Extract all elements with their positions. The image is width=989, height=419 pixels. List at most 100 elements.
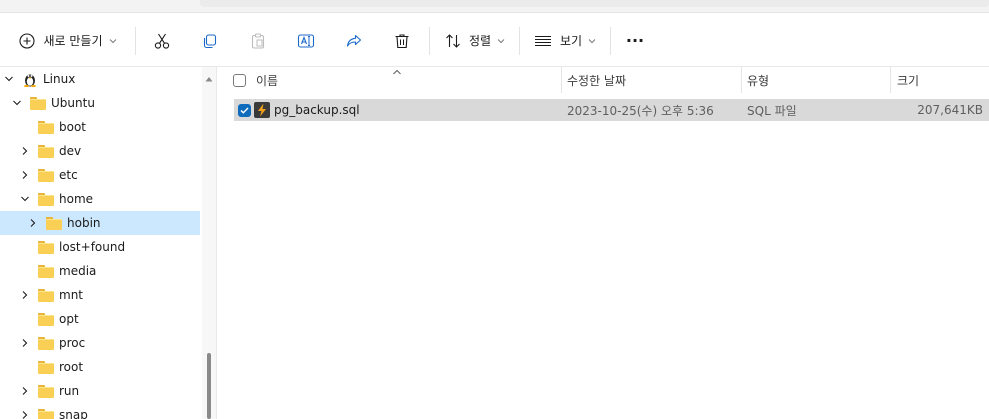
rename-button[interactable] — [292, 14, 320, 67]
folder-icon — [38, 121, 54, 135]
column-separator[interactable] — [741, 67, 742, 93]
file-list: 이름 수정한 날짜 유형 크기 pg_backup.sql 2023-10-25… — [217, 67, 989, 419]
clipboard-icon — [249, 32, 267, 50]
chevron-right-icon[interactable] — [28, 218, 38, 228]
row-checkbox-wrap[interactable] — [238, 99, 251, 121]
delete-button[interactable] — [388, 14, 416, 67]
address-bar-edge — [200, 0, 989, 7]
nav-scrollbar[interactable] — [202, 67, 216, 419]
toolbar-separator — [610, 27, 611, 55]
nav-item-snap[interactable]: snap — [0, 403, 200, 419]
nav-item-label: dev — [59, 144, 82, 158]
share-button[interactable] — [340, 14, 368, 67]
row-checkbox[interactable] — [238, 103, 251, 117]
column-separator[interactable] — [561, 67, 562, 93]
nav-item-label: hobin — [67, 216, 101, 230]
trash-icon — [393, 32, 411, 50]
nav-item-home[interactable]: home — [0, 187, 200, 211]
chevron-right-icon[interactable] — [20, 170, 30, 180]
chevron-right-icon[interactable] — [20, 410, 30, 419]
nav-item-root[interactable]: root — [0, 355, 200, 379]
nav-item-label: run — [59, 384, 80, 398]
sort-arrows-icon — [445, 33, 461, 49]
nav-item-lost-found[interactable]: lost+found — [0, 235, 200, 259]
column-header-type[interactable]: 유형 — [747, 67, 887, 93]
nav-item-dev[interactable]: dev — [0, 139, 200, 163]
folder-icon — [38, 145, 54, 159]
chevron-right-icon[interactable] — [20, 386, 30, 396]
nav-item-ubuntu[interactable]: Ubuntu — [0, 91, 200, 115]
nav-item-hobin[interactable]: hobin — [0, 211, 200, 235]
toolbar-separator — [519, 27, 520, 55]
list-lines-icon — [534, 34, 552, 48]
chevron-down-icon[interactable] — [20, 194, 30, 204]
folder-icon — [38, 289, 54, 303]
nav-item-proc[interactable]: proc — [0, 331, 200, 355]
copy-button[interactable] — [196, 14, 224, 67]
new-button[interactable]: 새로 만들기 — [12, 14, 124, 67]
more-options-button[interactable]: ··· — [621, 14, 649, 67]
nav-item-label: opt — [59, 312, 79, 326]
chevron-down-icon — [588, 38, 596, 44]
column-header-label: 이름 — [256, 73, 279, 88]
nav-item-mnt[interactable]: mnt — [0, 283, 200, 307]
nav-item-etc[interactable]: etc — [0, 163, 200, 187]
nav-item-label: lost+found — [59, 240, 126, 254]
scroll-up-arrow-icon[interactable] — [205, 71, 213, 85]
copy-icon — [201, 32, 219, 50]
chevron-right-icon[interactable] — [20, 290, 30, 300]
folder-icon — [38, 361, 54, 375]
chevron-down-icon — [109, 38, 117, 44]
column-header-label: 수정한 날짜 — [567, 73, 627, 88]
nav-item-label: boot — [59, 120, 87, 134]
plus-circle-icon — [19, 32, 36, 49]
command-bar: 새로 만들기 정렬 보기 ··· — [0, 14, 989, 67]
nav-item-label: mnt — [59, 288, 83, 302]
nav-item-label: proc — [59, 336, 86, 350]
cut-button[interactable] — [148, 14, 176, 67]
nav-item-label: Linux — [43, 72, 76, 86]
paste-button[interactable] — [244, 14, 272, 67]
column-header-name[interactable]: 이름 — [256, 67, 556, 93]
folder-icon — [38, 193, 54, 207]
scrollbar-thumb[interactable] — [207, 353, 211, 419]
chevron-down-icon[interactable] — [12, 98, 22, 108]
column-header-modified[interactable]: 수정한 날짜 — [567, 67, 737, 93]
rename-icon — [297, 32, 315, 50]
nav-item-media[interactable]: media — [0, 259, 200, 283]
select-all-checkbox[interactable] — [233, 73, 246, 87]
view-button[interactable]: 보기 — [530, 14, 600, 67]
nav-item-label: Ubuntu — [51, 96, 95, 110]
column-header-size[interactable]: 크기 — [897, 67, 987, 93]
folder-icon — [38, 409, 54, 419]
sort-button[interactable]: 정렬 — [440, 14, 510, 67]
file-modified: 2023-10-25(수) 오후 5:36 — [567, 103, 714, 118]
column-separator[interactable] — [890, 67, 891, 93]
nav-item-label: media — [59, 264, 97, 278]
chevron-right-icon[interactable] — [20, 146, 30, 156]
nav-item-label: snap — [59, 408, 88, 419]
nav-item-linux[interactable]: Linux — [0, 67, 200, 91]
nav-item-run[interactable]: run — [0, 379, 200, 403]
file-row[interactable]: pg_backup.sql 2023-10-25(수) 오후 5:36 SQL … — [234, 99, 989, 121]
new-button-label: 새로 만들기 — [43, 34, 103, 48]
folder-icon — [46, 217, 62, 231]
sort-ascending-icon — [392, 65, 402, 79]
file-name[interactable]: pg_backup.sql — [274, 99, 360, 121]
share-icon — [345, 32, 363, 50]
column-header-label: 유형 — [747, 73, 770, 88]
nav-item-boot[interactable]: boot — [0, 115, 200, 139]
scissors-icon — [153, 32, 171, 50]
sort-button-label: 정렬 — [468, 34, 492, 48]
chevron-down-icon — [497, 38, 505, 44]
toolbar-separator — [429, 27, 430, 55]
nav-item-opt[interactable]: opt — [0, 307, 200, 331]
navigation-pane: Linux Ubuntu boot dev etc home hobin los… — [0, 67, 202, 419]
nav-item-label: home — [59, 192, 94, 206]
folder-icon — [30, 97, 46, 111]
more-dots-icon: ··· — [625, 31, 645, 50]
select-all-checkbox-wrap[interactable] — [233, 67, 246, 93]
chevron-down-icon[interactable] — [4, 74, 14, 84]
chevron-right-icon[interactable] — [20, 338, 30, 348]
linux-penguin-icon — [22, 71, 38, 87]
